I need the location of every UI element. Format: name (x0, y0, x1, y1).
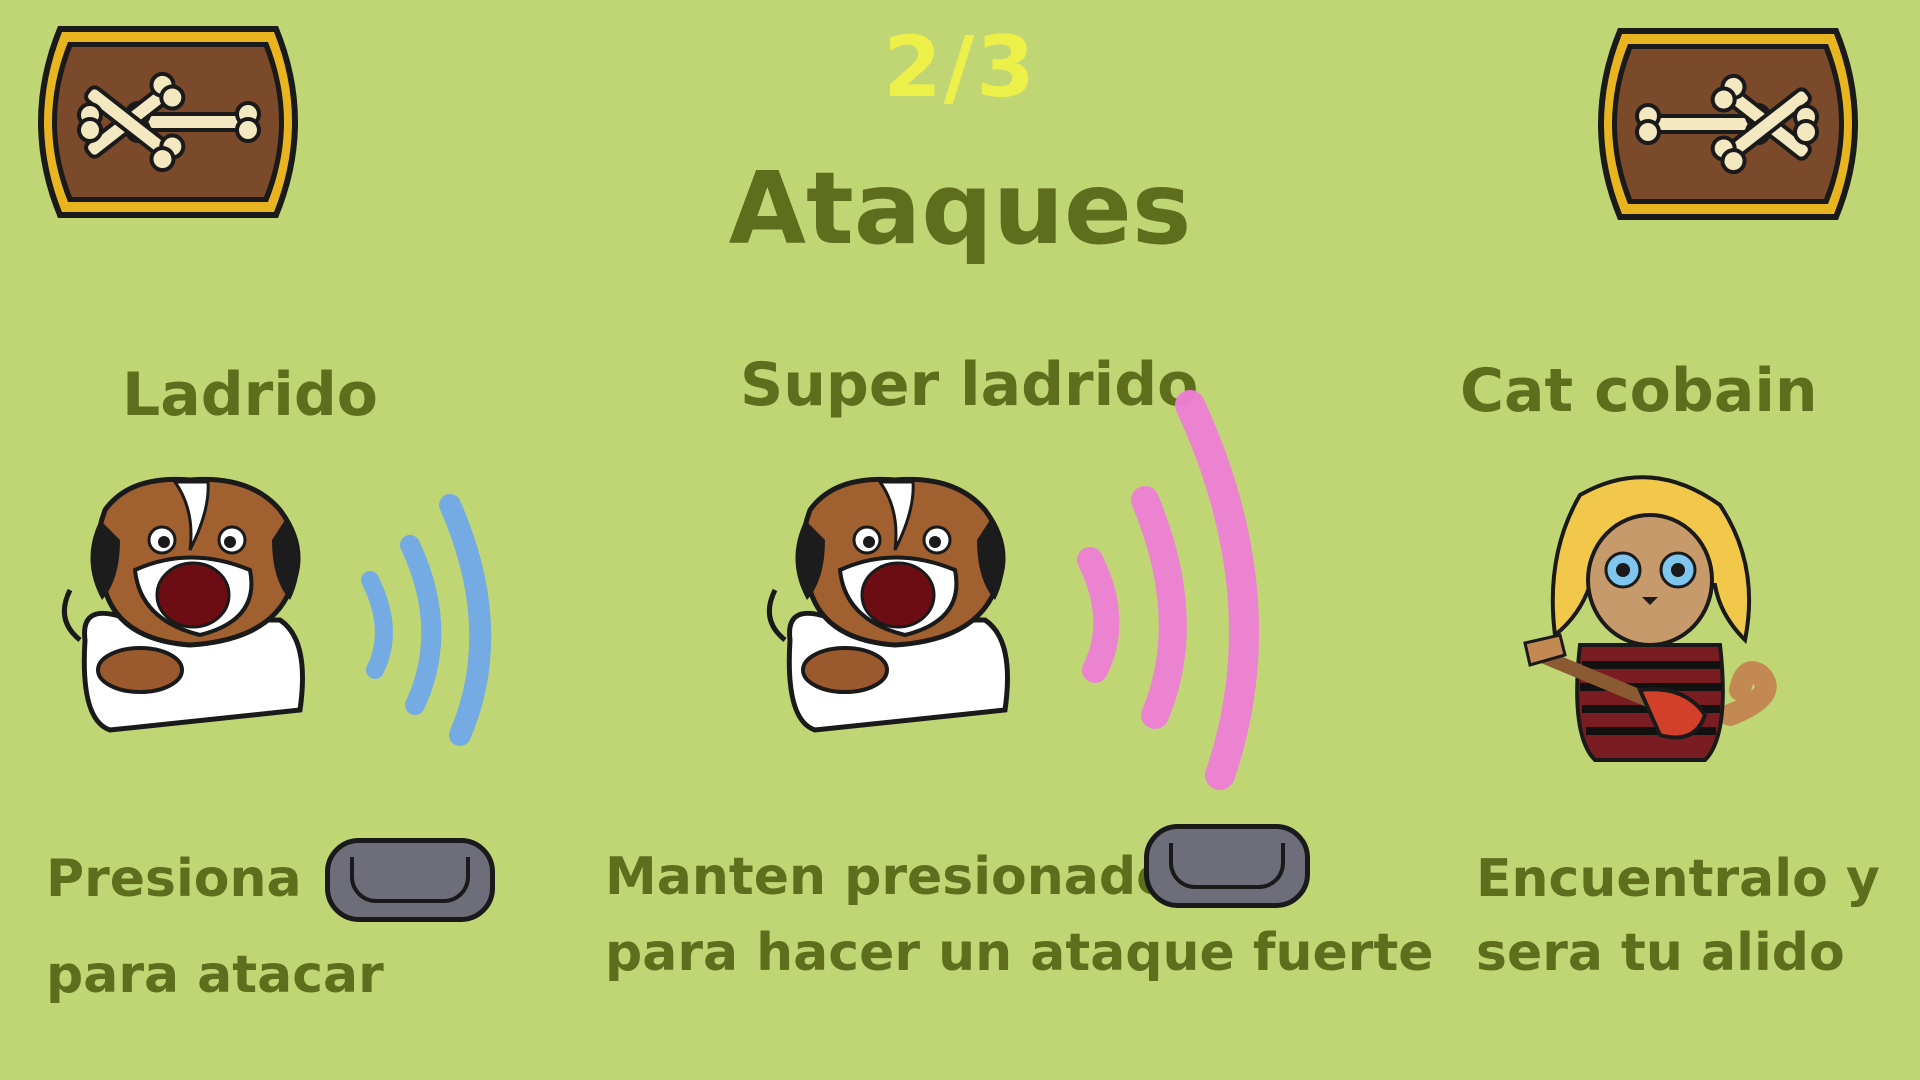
cat-with-guitar-illustration (1520, 475, 1790, 775)
ladrido-line-2: para atacar (46, 945, 384, 1005)
key-button-icon (1144, 824, 1310, 908)
super-ladrido-line-2: para hacer un ataque fuerte (605, 923, 1434, 983)
ladrido-line-1: Presiona (46, 849, 302, 909)
dog-barking-pink-illustration (750, 390, 1320, 790)
cat-cobain-title: Cat cobain (1460, 356, 1818, 426)
ladrido-title: Ladrido (122, 360, 378, 430)
cat-cobain-line-2: sera tu alido (1476, 923, 1845, 983)
page-counter: 2/3 (883, 18, 1037, 116)
page-title: Ataques (728, 150, 1192, 267)
dog-barking-blue-illustration (50, 470, 530, 770)
cat-cobain-line-1: Encuentralo y (1476, 849, 1880, 909)
key-button-icon (325, 838, 495, 922)
super-ladrido-line-1: Manten presionado (605, 847, 1172, 907)
